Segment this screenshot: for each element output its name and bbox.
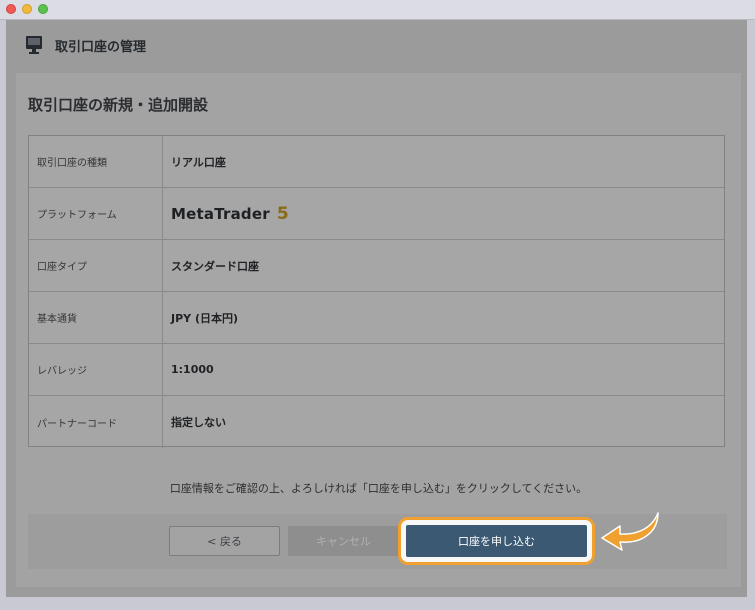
row-value: スタンダード口座 xyxy=(171,259,259,273)
close-window-button[interactable] xyxy=(6,4,16,14)
table-row: 口座タイプ スタンダード口座 xyxy=(29,240,724,292)
row-label: パートナーコード xyxy=(29,396,163,448)
row-label: 口座タイプ xyxy=(29,240,163,291)
maximize-window-button[interactable] xyxy=(38,4,48,14)
table-row: レバレッジ 1:1000 xyxy=(29,344,724,396)
row-label: プラットフォーム xyxy=(29,188,163,239)
account-info-table: 取引口座の種類 リアル口座 プラットフォーム MetaTrader 5 口座タイ… xyxy=(28,135,725,448)
panel-title: 取引口座の新規・追加開設 xyxy=(28,96,209,114)
row-label: 取引口座の種類 xyxy=(29,136,163,187)
window-titlebar xyxy=(0,0,755,20)
table-row: 取引口座の種類 リアル口座 xyxy=(29,136,724,188)
row-value: 指定しない xyxy=(171,416,226,429)
page-title: 取引口座の管理 xyxy=(55,39,147,55)
back-button[interactable]: < 戻る xyxy=(169,526,280,556)
metatrader-logo: MetaTrader 5 xyxy=(163,204,289,224)
table-row: パートナーコード 指定しない xyxy=(29,396,724,448)
metatrader-logo-version: 5 xyxy=(276,203,289,224)
cancel-button[interactable]: キャンセル xyxy=(288,526,399,556)
row-label: レバレッジ xyxy=(29,344,163,395)
minimize-window-button[interactable] xyxy=(22,4,32,14)
row-value: JPY (日本円) xyxy=(171,311,239,325)
apply-button-highlight: 口座を申し込む xyxy=(398,517,595,565)
row-value: リアル口座 xyxy=(171,155,226,169)
table-row: 基本通貨 JPY (日本円) xyxy=(29,292,724,344)
table-row: プラットフォーム MetaTrader 5 xyxy=(29,188,724,240)
apply-account-button[interactable]: 口座を申し込む xyxy=(406,525,587,557)
row-value: 1:1000 xyxy=(171,363,214,376)
monitor-icon xyxy=(26,35,42,55)
row-label: 基本通貨 xyxy=(29,292,163,343)
metatrader-logo-name: MetaTrader xyxy=(171,204,270,223)
page-header: 取引口座の管理 xyxy=(6,20,747,70)
pointer-arrow-icon xyxy=(601,512,659,551)
